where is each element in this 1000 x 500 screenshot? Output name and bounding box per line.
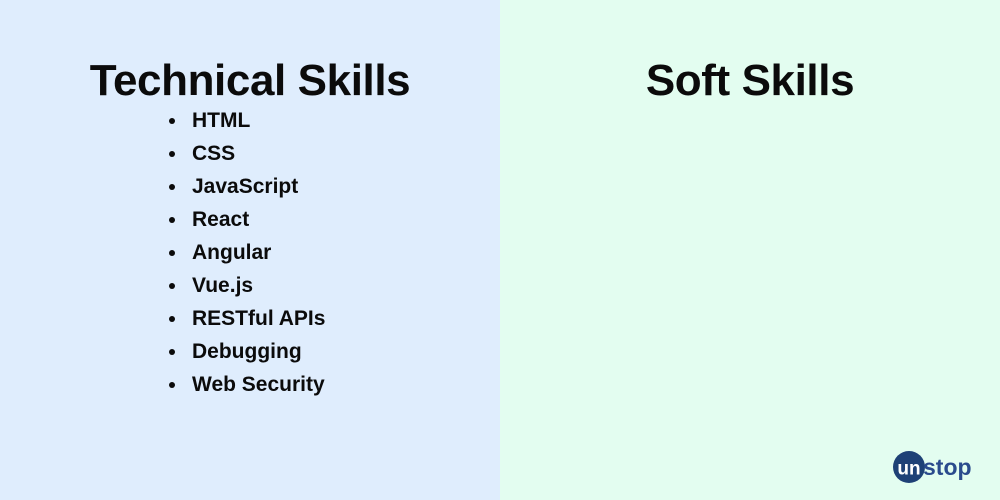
list-item: HTML (166, 104, 325, 137)
bullet-icon (169, 217, 175, 223)
bullet-icon (169, 382, 175, 388)
list-item-label: Vue.js (192, 274, 254, 297)
list-item: React (166, 203, 325, 236)
list-item-label: HTML (192, 109, 251, 132)
list-item: CSS (166, 137, 325, 170)
list-item-label: React (192, 208, 250, 231)
skills-comparison-board: Technical Skills HTML CSS JavaScript Rea… (0, 0, 1000, 500)
bullet-icon (169, 184, 175, 190)
bullet-icon (169, 151, 175, 157)
bullet-icon (169, 316, 175, 322)
list-item-label: Web Security (192, 373, 325, 396)
list-item-label: RESTful APIs (192, 307, 326, 330)
list-item: RESTful APIs (166, 302, 325, 335)
page-title-technical-skills: Technical Skills (89, 56, 411, 106)
bullet-icon (169, 349, 175, 355)
list-item: Vue.js (166, 269, 325, 302)
bullet-icon (169, 283, 175, 289)
list-item: JavaScript (166, 170, 325, 203)
unstop-logo-icon: un stop (893, 451, 972, 483)
list-item: Angular (166, 236, 325, 269)
list-item: Debugging (166, 335, 325, 368)
list-item-label: Debugging (192, 340, 302, 363)
svg-text:stop: stop (923, 454, 972, 480)
bullet-icon (169, 250, 175, 256)
technical-skills-list: HTML CSS JavaScript React Angular Vue.js (166, 104, 325, 401)
unstop-logo: un stop (893, 450, 985, 484)
panel-soft-skills: Soft Skills Adaptability Creativity Empa… (500, 0, 1000, 500)
page-title-soft-skills: Soft Skills (645, 56, 855, 106)
bullet-icon (169, 118, 175, 124)
list-item-label: JavaScript (192, 175, 299, 198)
panel-technical-skills: Technical Skills HTML CSS JavaScript Rea… (0, 0, 500, 500)
svg-text:un: un (897, 459, 920, 480)
list-item-label: CSS (192, 142, 236, 165)
list-item-label: Angular (192, 241, 272, 264)
list-item: Web Security (166, 368, 325, 401)
